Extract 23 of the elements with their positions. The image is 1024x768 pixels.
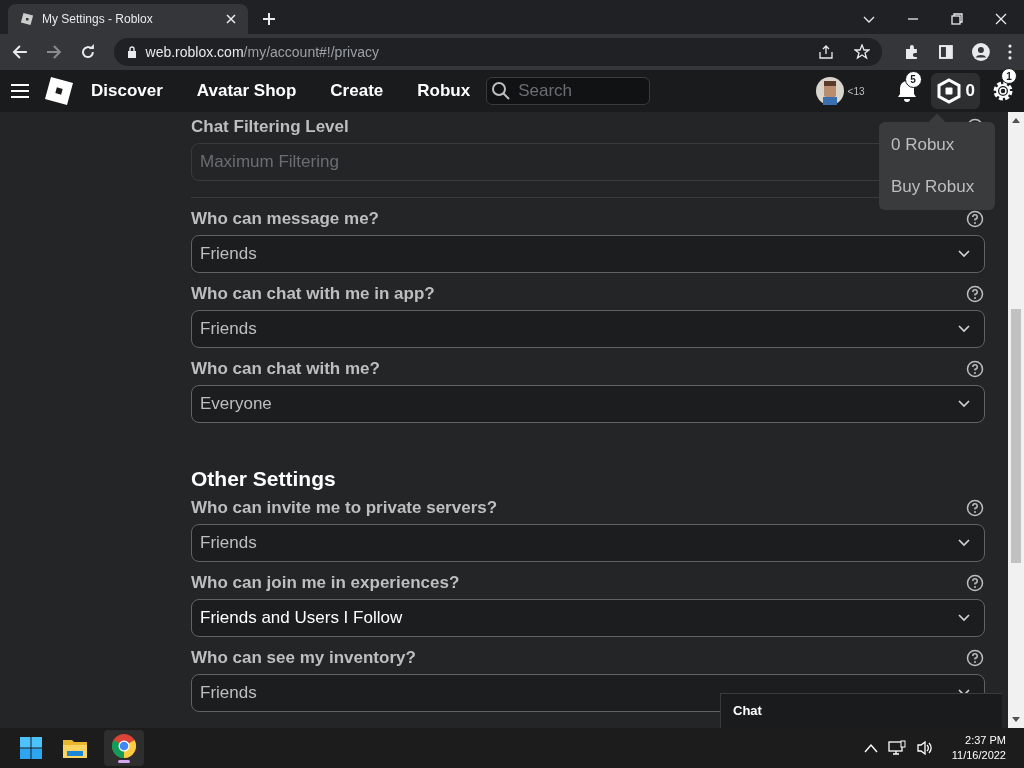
robux-balance: 0	[965, 80, 975, 103]
age-label: <13	[847, 84, 865, 99]
setting-label: Who can invite me to private servers?	[191, 496, 498, 519]
setting-label: Who can chat with me?	[191, 358, 380, 381]
url-text: web.roblox.com/my/account#!/privacy	[145, 42, 380, 62]
dropdown-value: Friends	[200, 243, 257, 266]
setting-label: Who can join me in experiences?	[191, 571, 460, 594]
dropdown-value: Friends	[200, 681, 257, 704]
setting-label: Who can message me?	[191, 208, 379, 231]
settings-badge: 1	[1001, 68, 1017, 84]
dropdown-value: Everyone	[200, 393, 272, 416]
dropdown-value: Maximum Filtering	[200, 151, 339, 174]
setting-label: Chat Filtering Level	[191, 116, 349, 139]
clock-time: 2:37 PM	[965, 733, 1006, 748]
dropdown-value: Friends and Users I Follow	[200, 606, 403, 629]
setting-label: Who can chat with me in app?	[191, 283, 435, 306]
dropdown-value: Friends	[200, 318, 257, 341]
notification-badge: 5	[904, 71, 922, 88]
setting-label: Who can see my inventory?	[191, 646, 416, 669]
tab-title: My Settings - Roblox	[42, 11, 154, 28]
section-heading: Other Settings	[191, 466, 337, 492]
dropdown-value: Friends	[200, 531, 257, 554]
clock-date: 11/16/2022	[951, 748, 1006, 763]
